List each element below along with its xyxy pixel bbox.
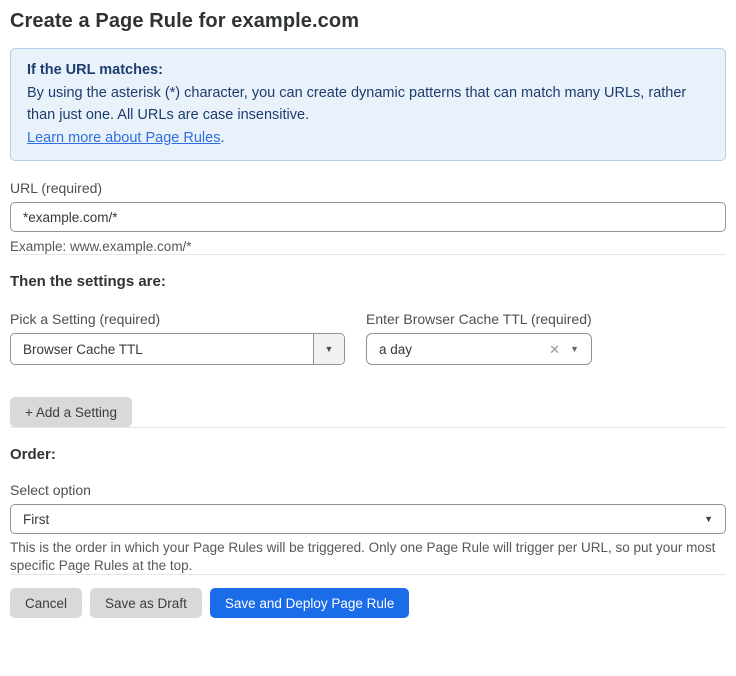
link-suffix-text: . [220, 130, 224, 146]
order-select[interactable]: First ▼ [10, 504, 726, 534]
settings-heading: Then the settings are: [10, 273, 726, 290]
save-draft-button[interactable]: Save as Draft [90, 588, 202, 618]
pick-setting-group: Pick a Setting (required) Browser Cache … [10, 311, 345, 365]
info-box-body: By using the asterisk (*) character, you… [27, 82, 709, 127]
url-label: URL (required) [10, 180, 726, 196]
pick-setting-label: Pick a Setting (required) [10, 311, 345, 327]
pick-setting-select[interactable]: Browser Cache TTL ▼ [10, 333, 345, 365]
dropdown-arrow-button[interactable]: ▼ [313, 334, 344, 364]
save-deploy-button[interactable]: Save and Deploy Page Rule [210, 588, 410, 618]
chevron-down-icon: ▼ [570, 345, 591, 354]
cache-ttl-select[interactable]: a day ✕ ▼ [366, 333, 592, 365]
info-box-link-line: Learn more about Page Rules. [27, 127, 709, 150]
create-page-rule-form: Create a Page Rule for example.com If th… [10, 10, 726, 618]
section-divider [10, 427, 726, 428]
cache-ttl-label: Enter Browser Cache TTL (required) [366, 311, 592, 327]
section-divider [10, 254, 726, 255]
info-box-heading: If the URL matches: [27, 59, 709, 82]
clear-icon[interactable]: ✕ [549, 343, 570, 356]
url-example-text: Example: www.example.com/* [10, 239, 726, 254]
order-description: This is the order in which your Page Rul… [10, 539, 726, 574]
url-matches-info-box: If the URL matches: By using the asteris… [10, 48, 726, 161]
chevron-down-icon: ▼ [325, 345, 334, 354]
order-heading: Order: [10, 446, 726, 463]
learn-more-link[interactable]: Learn more about Page Rules [27, 130, 220, 146]
url-input[interactable] [10, 202, 726, 232]
pick-setting-value: Browser Cache TTL [11, 342, 313, 357]
order-select-value: First [11, 512, 704, 527]
add-setting-button[interactable]: + Add a Setting [10, 397, 132, 427]
cancel-button[interactable]: Cancel [10, 588, 82, 618]
chevron-down-icon: ▼ [704, 515, 725, 524]
settings-row: Pick a Setting (required) Browser Cache … [10, 311, 726, 365]
cache-ttl-value: a day [367, 342, 549, 357]
url-field-group: URL (required) Example: www.example.com/… [10, 180, 726, 254]
page-title: Create a Page Rule for example.com [10, 10, 726, 33]
form-actions: Cancel Save as Draft Save and Deploy Pag… [10, 588, 726, 618]
cache-ttl-group: Enter Browser Cache TTL (required) a day… [366, 311, 592, 365]
order-select-label: Select option [10, 482, 726, 498]
section-divider [10, 574, 726, 575]
